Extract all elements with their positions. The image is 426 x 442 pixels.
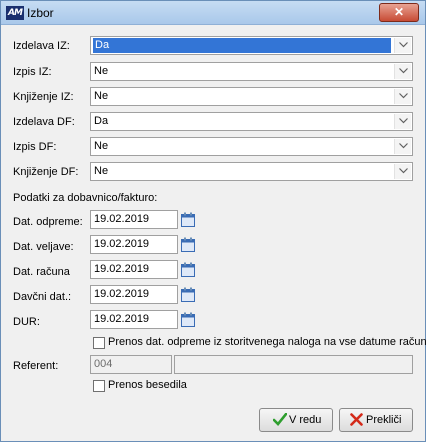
ok-button-label: V redu: [289, 414, 322, 426]
label-dat-odpreme: Dat. odpreme:: [13, 216, 83, 228]
label-davcni-dat: Davčni dat.:: [13, 291, 72, 303]
calendar-icon[interactable]: [181, 212, 195, 227]
app-logo-icon: AM: [6, 6, 24, 20]
label-referent: Referent:: [13, 360, 59, 372]
date-input-odpreme[interactable]: 19.02.2019: [90, 210, 178, 229]
label-knjizenje-df: Knjiženje DF:: [13, 166, 79, 178]
chevron-down-icon[interactable]: [394, 164, 411, 179]
date-input-veljave[interactable]: 19.02.2019: [90, 235, 178, 254]
checkbox-prenos-dat-label[interactable]: Prenos dat. odpreme iz storitvenega nalo…: [108, 336, 426, 348]
label-izdelava-iz: Izdelava IZ:: [13, 40, 70, 52]
calendar-icon[interactable]: [181, 262, 195, 277]
chevron-down-icon[interactable]: [394, 64, 411, 79]
label-dat-racuna: Dat. računa: [13, 266, 70, 278]
select-izdelava-df[interactable]: Da: [90, 112, 413, 131]
title-bar[interactable]: AM Izbor ✕: [1, 1, 425, 25]
cancel-button[interactable]: Prekliči: [339, 408, 413, 432]
close-button[interactable]: ✕: [379, 3, 419, 22]
referent-name-field: [174, 355, 413, 374]
section-heading: Podatki za dobavnico/fakturo:: [13, 192, 158, 204]
checkbox-prenos-besedila[interactable]: [93, 380, 105, 392]
ok-button[interactable]: V redu: [259, 408, 333, 432]
label-izpis-iz: Izpis IZ:: [13, 66, 52, 78]
checkmark-icon: [273, 413, 287, 426]
label-izpis-df: Izpis DF:: [13, 141, 57, 153]
checkbox-prenos-besedila-label[interactable]: Prenos besedila: [108, 379, 187, 391]
select-value: Da: [94, 115, 109, 127]
select-izdelava-iz[interactable]: Da: [90, 36, 413, 55]
cancel-x-icon: [350, 413, 363, 426]
select-izpis-iz[interactable]: Ne: [90, 62, 413, 81]
select-value: Ne: [94, 65, 109, 77]
select-knjizenje-iz[interactable]: Ne: [90, 87, 413, 106]
select-value: Da: [93, 38, 391, 53]
chevron-down-icon[interactable]: [394, 89, 411, 104]
date-input-davcni[interactable]: 19.02.2019: [90, 285, 178, 304]
date-input-racuna[interactable]: 19.02.2019: [90, 260, 178, 279]
cancel-button-label: Prekliči: [366, 414, 402, 426]
select-value: Ne: [94, 140, 109, 152]
chevron-down-icon[interactable]: [394, 114, 411, 129]
label-izdelava-df: Izdelava DF:: [13, 116, 75, 128]
date-input-dur[interactable]: 19.02.2019: [90, 310, 178, 329]
select-knjizenje-df[interactable]: Ne: [90, 162, 413, 181]
select-value: Ne: [94, 90, 109, 102]
window-title: Izbor: [27, 6, 54, 20]
calendar-icon[interactable]: [181, 237, 195, 252]
label-dur: DUR:: [13, 316, 40, 328]
select-value: Ne: [94, 165, 109, 177]
label-knjizenje-iz: Knjiženje IZ:: [13, 91, 74, 103]
referent-code-field: 004: [90, 355, 172, 374]
select-izpis-df[interactable]: Ne: [90, 137, 413, 156]
calendar-icon[interactable]: [181, 287, 195, 302]
chevron-down-icon[interactable]: [394, 139, 411, 154]
calendar-icon[interactable]: [181, 312, 195, 327]
chevron-down-icon[interactable]: [394, 38, 411, 53]
checkbox-prenos-dat[interactable]: [93, 337, 105, 349]
dialog-window: AM Izbor ✕ Izdelava IZ: Da Izpis IZ: Ne …: [0, 0, 426, 442]
label-dat-veljave: Dat. veljave:: [13, 241, 74, 253]
